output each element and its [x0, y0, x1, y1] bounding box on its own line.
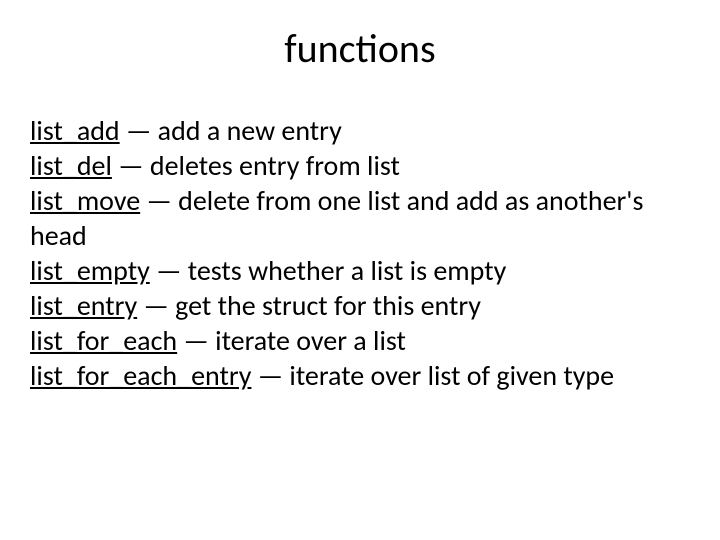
function-desc: — iterate over a list	[177, 323, 406, 358]
function-name: list_for_each_entry	[30, 358, 251, 393]
function-desc: — deletes entry from list	[112, 148, 400, 183]
function-name: list_add	[30, 113, 120, 148]
slide: functions list_add — add a new entry lis…	[0, 0, 720, 540]
function-desc: — get the struct for this entry	[137, 288, 481, 323]
function-name: list_move	[30, 183, 140, 218]
function-item: list_for_each_entry — iterate over list …	[30, 358, 690, 393]
function-name: list_for_each	[30, 323, 177, 358]
function-name: list_empty	[30, 253, 150, 288]
function-name: list_entry	[30, 288, 137, 323]
function-desc: — tests whether a list is empty	[150, 253, 507, 288]
function-item: list_empty — tests whether a list is emp…	[30, 253, 690, 288]
function-item: list_for_each — iterate over a list	[30, 323, 690, 358]
function-name: list_del	[30, 148, 112, 183]
function-desc: — add a new entry	[120, 113, 342, 148]
function-item: list_del — deletes entry from list	[30, 148, 690, 183]
function-item: list_add — add a new entry	[30, 113, 690, 148]
slide-body: list_add — add a new entry list_del — de…	[30, 113, 690, 393]
function-item: list_entry — get the struct for this ent…	[30, 288, 690, 323]
function-desc: — iterate over list of given type	[251, 358, 614, 393]
slide-title: functions	[30, 24, 690, 73]
function-item: list_move — delete from one list and add…	[30, 183, 690, 253]
